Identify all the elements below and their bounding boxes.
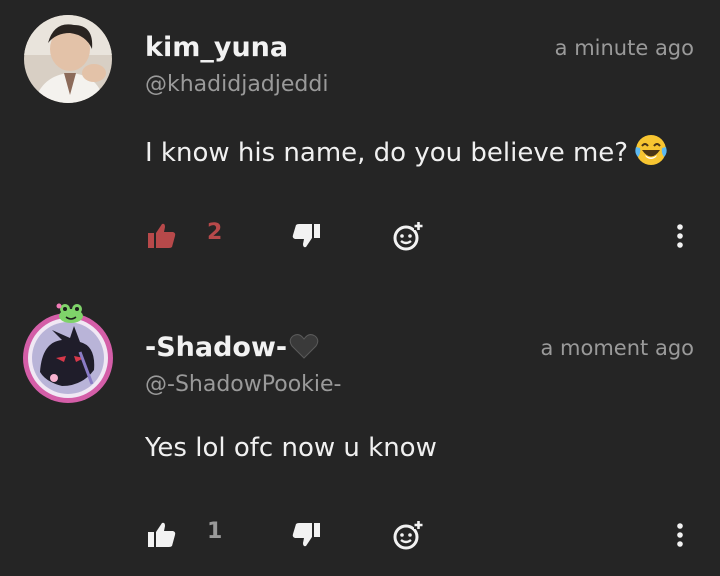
user-handle[interactable]: @-ShadowPookie- (145, 372, 341, 397)
username[interactable]: -Shadow- (145, 332, 319, 363)
comment-actions: 1 (0, 515, 720, 555)
comment-item: -Shadow- @-ShadowPookie- a moment ago Ye… (0, 290, 720, 576)
laughing-tears-emoji (635, 135, 667, 165)
thumbs-down-icon[interactable] (290, 519, 322, 551)
thumbs-down-icon[interactable] (290, 220, 322, 252)
thumbs-up-icon[interactable] (146, 220, 178, 252)
thumbs-up-icon[interactable] (146, 519, 178, 551)
user-handle[interactable]: @khadidjadjeddi (145, 72, 328, 97)
comment-text-content: I know his name, do you believe me? (145, 138, 629, 168)
add-reaction-icon[interactable] (392, 220, 424, 252)
frog-badge-icon (56, 303, 83, 323)
username[interactable]: kim_yuna (145, 32, 288, 63)
like-count: 2 (207, 220, 223, 245)
comment-text: Yes lol ofc now u know (145, 433, 437, 463)
black-heart-emoji (289, 334, 319, 359)
more-vertical-icon[interactable] (668, 220, 692, 252)
more-vertical-icon[interactable] (668, 519, 692, 551)
comment-item: kim_yuna @khadidjadjeddi a minute ago I … (0, 0, 720, 290)
comment-actions: 2 (0, 216, 720, 256)
add-reaction-icon[interactable] (392, 519, 424, 551)
timestamp: a minute ago (554, 36, 694, 60)
avatar[interactable] (24, 15, 112, 103)
username-text: -Shadow- (145, 332, 288, 363)
timestamp: a moment ago (540, 336, 695, 360)
avatar[interactable] (22, 312, 114, 404)
like-count: 1 (207, 519, 223, 544)
comment-text: I know his name, do you believe me? (145, 133, 668, 168)
